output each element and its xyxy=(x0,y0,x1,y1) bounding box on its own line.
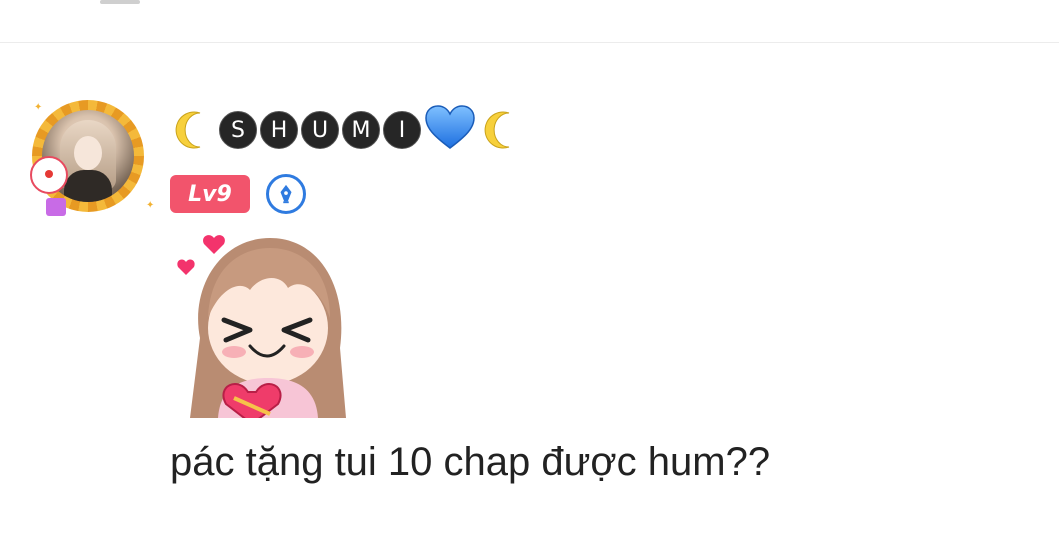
top-bar-strip xyxy=(0,0,1059,43)
user-avatar[interactable]: ✦ ✦ xyxy=(28,98,156,226)
moon-icon xyxy=(170,107,216,153)
level-badge[interactable]: Lv9 xyxy=(170,175,250,213)
username-letter: S xyxy=(219,111,257,149)
chibi-girl-holding-heart-sticker xyxy=(170,228,360,426)
user-badges: Lv9 xyxy=(170,174,306,214)
comment-text: pác tặng tui 10 chap được hum?? xyxy=(170,440,771,484)
username-letter: H xyxy=(260,111,298,149)
username-letter: M xyxy=(342,111,380,149)
username-letter: U xyxy=(301,111,339,149)
pen-icon[interactable] xyxy=(266,174,306,214)
username[interactable]: S H U M I xyxy=(170,104,525,156)
gift-icon xyxy=(46,198,66,216)
moon-icon xyxy=(479,107,525,153)
blue-heart-icon xyxy=(424,104,476,156)
clown-icon xyxy=(30,156,68,194)
username-letter: I xyxy=(383,111,421,149)
